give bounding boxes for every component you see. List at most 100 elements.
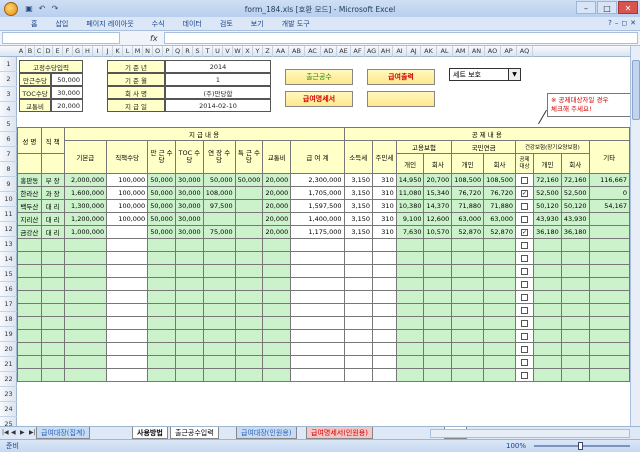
table-cell[interactable] [451,342,485,356]
row-header[interactable]: 12 [0,222,17,237]
table-cell[interactable] [234,316,264,330]
table-cell[interactable] [514,264,535,278]
table-cell[interactable] [63,251,108,265]
table-cell[interactable] [395,290,425,304]
table-cell[interactable] [174,355,204,369]
column-header[interactable]: AA [273,46,289,57]
table-cell[interactable]: 108,000 [202,186,236,200]
table-cell[interactable] [63,277,108,291]
table-cell[interactable]: 2,300,000 [290,173,345,187]
deduction-checkbox[interactable] [521,280,529,288]
table-cell[interactable] [63,290,108,304]
table-cell[interactable] [533,355,562,369]
table-cell[interactable] [560,290,590,304]
tab-data[interactable]: 데이터 [174,19,211,29]
table-cell[interactable]: 부 장 [40,173,65,187]
table-cell[interactable]: 1,000,000 [63,225,108,239]
table-cell[interactable] [40,342,65,356]
table-cell[interactable] [63,303,108,317]
table-cell[interactable]: ✓ [514,225,535,239]
table-cell[interactable] [395,316,425,330]
table-cell[interactable]: 10,380 [395,199,425,213]
table-cell[interactable] [234,303,264,317]
table-cell[interactable] [533,251,562,265]
table-cell[interactable] [262,342,292,356]
column-header[interactable]: L [123,46,133,57]
table-cell[interactable]: 108,500 [451,173,485,187]
table-cell[interactable] [451,355,485,369]
table-cell[interactable] [560,264,590,278]
table-cell[interactable]: 76,720 [483,186,516,200]
column-header[interactable]: AE [337,46,351,57]
table-cell[interactable] [483,316,516,330]
column-header[interactable]: A [17,46,26,57]
column-header[interactable]: S [193,46,203,57]
table-cell[interactable] [560,251,590,265]
prev-sheet-icon[interactable]: ◀ [11,429,19,436]
table-cell[interactable]: 72,160 [560,173,590,187]
table-cell[interactable] [423,355,453,369]
formula-input[interactable] [163,32,638,44]
table-cell[interactable]: 50,000 [147,225,176,239]
table-cell[interactable] [395,277,425,291]
next-sheet-icon[interactable]: ▶ [20,429,28,436]
table-cell[interactable]: 10,570 [423,225,453,239]
table-cell[interactable] [106,342,149,356]
column-header[interactable]: H [83,46,93,57]
table-cell[interactable] [262,329,292,343]
column-header[interactable]: V [223,46,233,57]
table-cell[interactable] [588,329,630,343]
table-cell[interactable] [17,277,42,291]
table-cell[interactable] [533,264,562,278]
table-cell[interactable] [63,238,108,252]
table-cell[interactable] [290,368,345,382]
column-header[interactable]: AD [321,46,337,57]
table-cell[interactable]: 1,705,000 [290,186,345,200]
sheet-tab-payroll[interactable]: 급여대장(인원용) [236,427,297,439]
table-cell[interactable] [147,342,176,356]
table-cell[interactable] [483,290,516,304]
table-cell[interactable] [514,303,535,317]
tab-developer[interactable]: 개발 도구 [273,19,319,29]
transport-value[interactable]: 20,000 [51,99,83,112]
table-cell[interactable] [106,329,149,343]
table-cell[interactable] [588,290,630,304]
table-cell[interactable] [40,329,65,343]
table-cell[interactable] [423,238,453,252]
table-cell[interactable] [17,329,42,343]
table-cell[interactable] [290,238,345,252]
table-cell[interactable]: 100,000 [106,186,149,200]
table-cell[interactable]: 홍판동 [17,173,42,187]
table-cell[interactable]: 12,600 [423,212,453,226]
column-header[interactable]: N [143,46,153,57]
column-header[interactable]: AH [379,46,393,57]
row-header[interactable]: 23 [0,387,17,402]
table-cell[interactable] [371,251,397,265]
row-header[interactable]: 6 [0,132,17,147]
table-cell[interactable]: 116,667 [588,173,630,187]
table-cell[interactable] [343,264,373,278]
table-cell[interactable] [483,368,516,382]
table-cell[interactable]: 30,000 [174,225,204,239]
row-header[interactable]: 5 [0,117,17,132]
table-cell[interactable]: 대 리 [40,225,65,239]
table-cell[interactable] [371,264,397,278]
table-cell[interactable] [514,251,535,265]
column-header[interactable]: W [233,46,243,57]
table-cell[interactable]: 1,300,000 [63,199,108,213]
table-cell[interactable] [290,355,345,369]
table-cell[interactable]: 3,150 [343,173,373,187]
table-cell[interactable] [560,316,590,330]
column-header[interactable]: R [183,46,193,57]
table-cell[interactable]: 1,200,000 [63,212,108,226]
column-header[interactable]: AL [437,46,453,57]
fx-icon[interactable]: fx [150,34,158,43]
table-cell[interactable] [234,264,264,278]
table-cell[interactable] [202,238,236,252]
table-cell[interactable] [174,368,204,382]
table-cell[interactable] [17,368,42,382]
table-cell[interactable] [395,342,425,356]
table-cell[interactable] [202,290,236,304]
column-header[interactable]: C [35,46,44,57]
table-cell[interactable] [343,238,373,252]
